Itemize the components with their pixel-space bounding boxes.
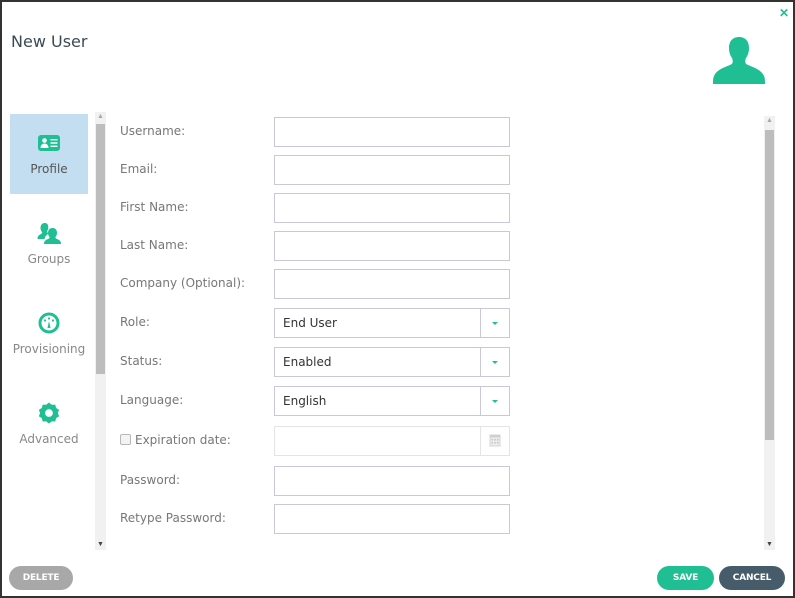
users-icon (37, 223, 61, 244)
field-label: Last Name: (120, 238, 189, 252)
retype-password-input[interactable] (274, 504, 510, 534)
field-label: Status: (120, 354, 163, 368)
form-row-first-name: First Name: (108, 193, 528, 229)
form-row-username: Username: (108, 117, 528, 153)
form-row-last-name: Last Name: (108, 231, 528, 267)
form-row-role: Role: End User (108, 308, 528, 344)
company-input[interactable] (274, 269, 510, 299)
field-label: Username: (120, 124, 186, 138)
nav-item-groups[interactable]: Groups (10, 204, 88, 284)
language-value: English (283, 394, 327, 408)
chevron-down-icon[interactable] (480, 348, 509, 376)
delete-button[interactable]: DELETE (9, 566, 73, 590)
field-label: Email: (120, 162, 158, 176)
gauge-icon (38, 312, 60, 334)
form-row-language: Language: English (108, 386, 528, 422)
nav-label: Profile (30, 162, 68, 176)
field-label: Expiration date: (135, 433, 231, 447)
field-label: First Name: (120, 200, 189, 214)
field-label: Password: (120, 473, 181, 487)
scroll-up-icon[interactable]: ▲ (95, 112, 106, 122)
retype-password-field[interactable] (275, 505, 509, 533)
chevron-down-icon[interactable] (480, 309, 509, 337)
scroll-up-icon[interactable]: ▲ (764, 116, 775, 126)
gear-icon (38, 402, 60, 424)
scroll-down-icon[interactable]: ▼ (95, 540, 106, 550)
nav-label: Provisioning (12, 342, 86, 356)
status-select[interactable]: Enabled (274, 347, 510, 377)
new-user-dialog: New User ✕ Profile Groups Provisioning A… (0, 0, 795, 598)
email-field[interactable] (275, 156, 509, 184)
expiration-checkbox[interactable] (120, 434, 131, 445)
calendar-icon (480, 427, 509, 455)
chevron-down-icon[interactable] (480, 387, 509, 415)
save-button[interactable]: SAVE (657, 566, 714, 590)
nav-label: Groups (27, 252, 71, 266)
language-select[interactable]: English (274, 386, 510, 416)
form-row-company: Company (Optional): (108, 269, 528, 305)
last-name-field[interactable] (275, 232, 509, 260)
form-row-expiration: Expiration date: (108, 426, 528, 462)
expiration-label: Expiration date: (120, 432, 231, 448)
last-name-input[interactable] (274, 231, 510, 261)
password-field[interactable] (275, 467, 509, 495)
form-scrollbar[interactable]: ▲ ▼ (764, 116, 775, 550)
field-label: Language: (120, 393, 184, 407)
field-label: Role: (120, 315, 150, 329)
form-scrollbar-thumb[interactable] (765, 130, 774, 440)
role-select[interactable]: End User (274, 308, 510, 338)
dialog-title: New User (11, 32, 88, 51)
company-field[interactable] (275, 270, 509, 298)
username-input[interactable] (274, 117, 510, 147)
nav-item-provisioning[interactable]: Provisioning (10, 294, 88, 374)
nav-item-advanced[interactable]: Advanced (10, 384, 88, 464)
field-label: Retype Password: (120, 511, 226, 525)
nav-scrollbar[interactable]: ▲ ▼ (95, 112, 106, 550)
nav-label: Advanced (19, 432, 79, 446)
password-input[interactable] (274, 466, 510, 496)
nav-item-profile[interactable]: Profile (10, 114, 88, 194)
form-row-status: Status: Enabled (108, 347, 528, 383)
role-value: End User (283, 316, 337, 330)
profile-form: Username: Email: First Name: Last Name: … (108, 112, 528, 542)
first-name-field[interactable] (275, 194, 509, 222)
cancel-button[interactable]: CANCEL (719, 566, 785, 590)
close-icon[interactable]: ✕ (779, 7, 789, 19)
first-name-input[interactable] (274, 193, 510, 223)
nav-scrollbar-thumb[interactable] (96, 124, 105, 374)
scroll-down-icon[interactable]: ▼ (764, 540, 775, 550)
username-field[interactable] (275, 118, 509, 146)
email-input[interactable] (274, 155, 510, 185)
form-row-retype-password: Retype Password: (108, 504, 528, 540)
user-silhouette-icon (713, 37, 765, 84)
status-value: Enabled (283, 355, 332, 369)
form-row-email: Email: (108, 155, 528, 191)
form-row-password: Password: (108, 466, 528, 502)
expiration-date-input (274, 426, 510, 456)
id-card-icon (38, 135, 60, 151)
field-label: Company (Optional): (120, 276, 246, 290)
